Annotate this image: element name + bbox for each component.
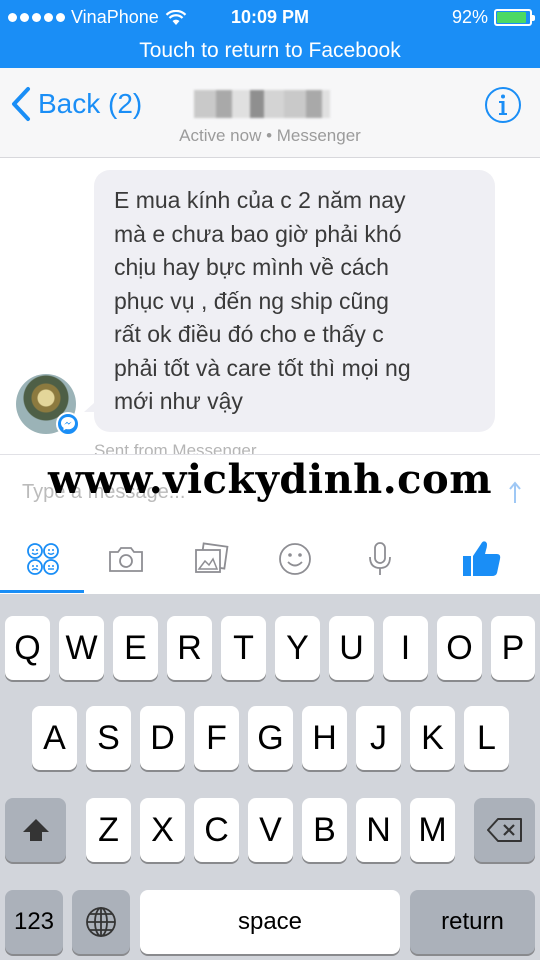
watermark: www.vickydinh.com [47,456,493,503]
key-x[interactable]: X [140,798,185,862]
microphone-icon [369,542,391,575]
key-l[interactable]: L [464,706,509,770]
stickers-button[interactable] [21,539,65,579]
composer-toolbar [0,527,540,593]
message-thread[interactable]: E mua kính của c 2 năm nay mà e chưa bao… [0,158,540,454]
globe-icon [86,907,116,937]
emoji-button[interactable] [273,539,317,579]
message-line: phục vụ , đến ng ship cũng [114,287,389,314]
key-u[interactable]: U [329,616,374,680]
delete-icon [486,818,522,842]
info-button[interactable] [484,86,522,129]
key-j[interactable]: J [356,706,401,770]
battery-icon [494,9,535,26]
key-k[interactable]: K [410,706,455,770]
return-to-app-banner[interactable]: Touch to return to Facebook [0,36,540,68]
battery-fill [497,12,527,23]
send-button[interactable] [508,481,522,510]
space-key[interactable]: space [140,890,400,954]
message-line: chịu hay bực mình về cách [114,254,389,280]
key-f[interactable]: F [194,706,239,770]
key-a[interactable]: A [32,706,77,770]
key-m[interactable]: M [410,798,455,862]
camera-icon [109,547,143,572]
status-right: 92% [451,7,535,28]
globe-key[interactable] [72,890,130,954]
photos-button[interactable] [189,539,233,579]
chevron-left-icon [12,87,30,121]
photos-icon [195,542,229,573]
like-button[interactable] [460,539,504,579]
key-y[interactable]: Y [275,616,320,680]
key-c[interactable]: C [194,798,239,862]
key-e[interactable]: E [113,616,158,680]
back-button[interactable]: Back (2) [10,86,142,122]
message-line: rất ok điều đó cho e thấy c [114,321,384,347]
presence-status: Active now • Messenger [179,126,361,145]
microphone-button[interactable] [358,539,402,579]
key-b[interactable]: B [302,798,347,862]
info-icon [485,87,521,123]
status-bar: VinaPhone 10:09 PM 92% [0,0,540,36]
key-d[interactable]: D [140,706,185,770]
key-i[interactable]: I [383,616,428,680]
shift-key[interactable] [5,798,66,862]
key-w[interactable]: W [59,616,104,680]
battery-percent: 92% [451,7,488,27]
composer: www.vickydinh.com [0,454,540,594]
send-icon [509,481,521,503]
sent-from-label: Sent from Messenger [94,441,257,454]
key-g[interactable]: G [248,706,293,770]
key-t[interactable]: T [221,616,266,680]
key-p[interactable]: P [491,616,535,680]
key-v[interactable]: V [248,798,293,862]
keyboard: Q W E R T Y U I O P A S D F G H J K L Z … [0,594,540,960]
key-r[interactable]: R [167,616,212,680]
stickers-icon [27,543,59,575]
camera-button[interactable] [104,539,148,579]
back-label: Back (2) [38,88,143,119]
contact-name-redacted [194,90,330,118]
active-tool-indicator [0,590,84,593]
emoji-icon [279,543,311,575]
key-z[interactable]: Z [86,798,131,862]
numbers-key-label: 123 [13,908,55,935]
message-line: E mua kính của c 2 năm nay [114,187,406,213]
return-key[interactable]: return [410,890,535,954]
key-o[interactable]: O [437,616,482,680]
delete-key[interactable] [474,798,535,862]
key-q[interactable]: Q [5,616,50,680]
numbers-key[interactable]: 123 [5,890,63,954]
shift-icon [22,819,49,841]
key-n[interactable]: N [356,798,401,862]
key-s[interactable]: S [86,706,131,770]
message-line: mới như vậy [114,388,243,414]
return-key-label: return [441,908,504,935]
message-line: mà e chưa bao giờ phải khó [114,220,402,247]
key-h[interactable]: H [302,706,347,770]
space-key-label: space [237,908,303,935]
conversation-header: Back (2) Active now • Messenger [0,68,540,158]
messenger-badge-icon [56,412,80,436]
message-line: phải tốt và care tốt thì mọi ng [114,354,411,381]
like-icon [463,541,501,576]
incoming-message-bubble[interactable]: E mua kính của c 2 năm nay mà e chưa bao… [94,170,495,432]
